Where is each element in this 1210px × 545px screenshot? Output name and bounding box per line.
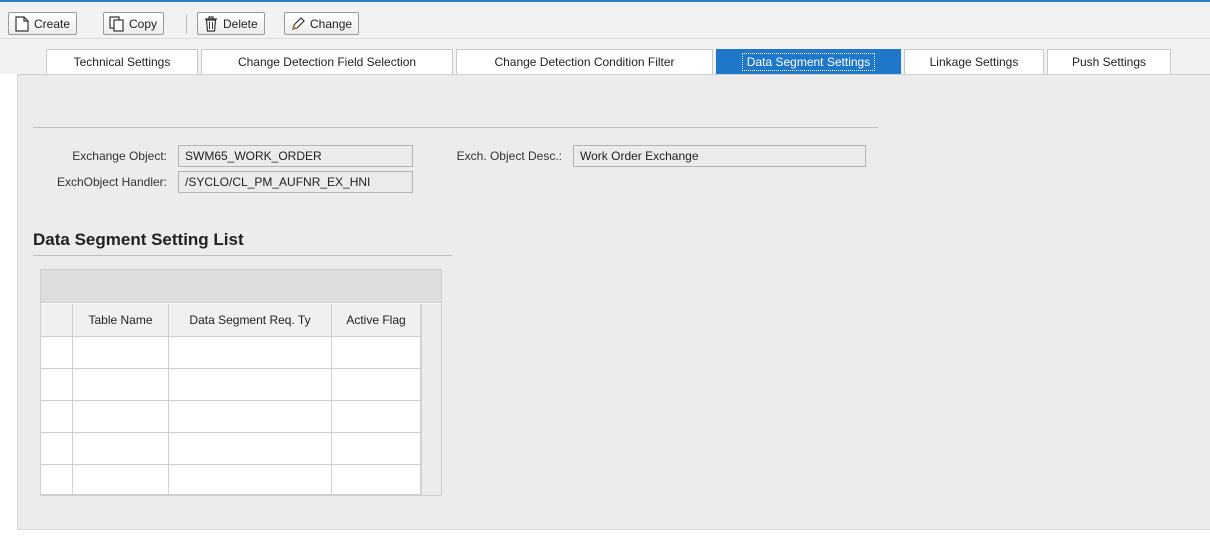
exch-object-handler-label: ExchObject Handler: [56,175,167,189]
table-cell[interactable] [332,369,421,401]
new-document-icon [14,15,30,32]
table-cell[interactable] [73,433,169,465]
delete-button[interactable]: Delete [197,12,265,35]
copy-label: Copy [129,16,158,31]
trash-icon [203,15,219,32]
delete-label: Delete [223,16,258,31]
change-button[interactable]: Change [284,12,360,35]
row-selector[interactable] [41,465,73,495]
data-segment-table: Table Name Data Segment Req. Ty Active F… [40,269,442,496]
exch-object-desc-field[interactable]: Work Order Exchange [573,145,866,167]
exch-object-handler-field[interactable]: /SYCLO/CL_PM_AUFNR_EX_HNI [178,171,413,193]
column-header-data-segment-req-type[interactable]: Data Segment Req. Ty [169,304,332,337]
table-cell[interactable] [169,369,332,401]
row-selector[interactable] [41,433,73,465]
exch-object-desc-label: Exch. Object Desc.: [456,149,562,163]
row-selector[interactable] [41,401,73,433]
table-cell[interactable] [73,337,169,369]
create-button[interactable]: Create [8,12,78,35]
tab-label: Change Detection Condition Filter [494,55,675,69]
create-label: Create [34,16,71,31]
exchange-object-field[interactable]: SWM65_WORK_ORDER [178,145,413,167]
tab-data-segment-settings[interactable]: Data Segment Settings [716,49,901,74]
table-scrollbar[interactable] [421,304,441,495]
column-header-table-name[interactable]: Table Name [73,304,169,337]
tab-label: Change Detection Field Selection [237,55,417,69]
copy-icon [109,15,125,32]
tab-label: Push Settings [1071,55,1147,69]
table-cell[interactable] [73,465,169,495]
table-cell[interactable] [169,337,332,369]
table-cell[interactable] [73,369,169,401]
table-cell[interactable] [332,433,421,465]
table-cell[interactable] [169,465,332,495]
copy-button[interactable]: Copy [103,12,165,35]
table-cell[interactable] [169,401,332,433]
tab-push-settings[interactable]: Push Settings [1047,49,1171,74]
table-cell[interactable] [73,401,169,433]
divider [33,127,878,128]
table-cell[interactable] [169,433,332,465]
tab-change-detection-condition-filter[interactable]: Change Detection Condition Filter [456,49,713,74]
tab-label: Technical Settings [73,55,171,69]
row-selector-header[interactable] [41,304,73,337]
row-selector[interactable] [41,369,73,401]
table-cell[interactable] [332,337,421,369]
toolbar-separator [186,14,187,34]
row-selector[interactable] [41,337,73,369]
tab-technical-settings[interactable]: Technical Settings [46,49,198,74]
column-header-active-flag[interactable]: Active Flag [332,304,421,337]
tab-label: Linkage Settings [929,55,1019,69]
table-cell[interactable] [332,465,421,495]
table-cell[interactable] [332,401,421,433]
tab-content-panel: Exchange Object: SWM65_WORK_ORDER Exch. … [17,74,1210,530]
section-title: Data Segment Setting List [33,230,244,249]
table-toolbar-area [41,270,441,303]
tab-change-detection-field-selection[interactable]: Change Detection Field Selection [201,49,453,74]
tab-linkage-settings[interactable]: Linkage Settings [904,49,1044,74]
change-label: Change [310,16,353,31]
exchange-object-label: Exchange Object: [72,149,167,163]
section-divider [33,255,452,256]
pencil-icon [290,16,306,32]
tab-strip: Technical Settings Change Detection Fiel… [0,39,1210,74]
application-toolbar: Create Copy Delete Change [0,2,1210,39]
tab-label: Data Segment Settings [741,53,876,71]
